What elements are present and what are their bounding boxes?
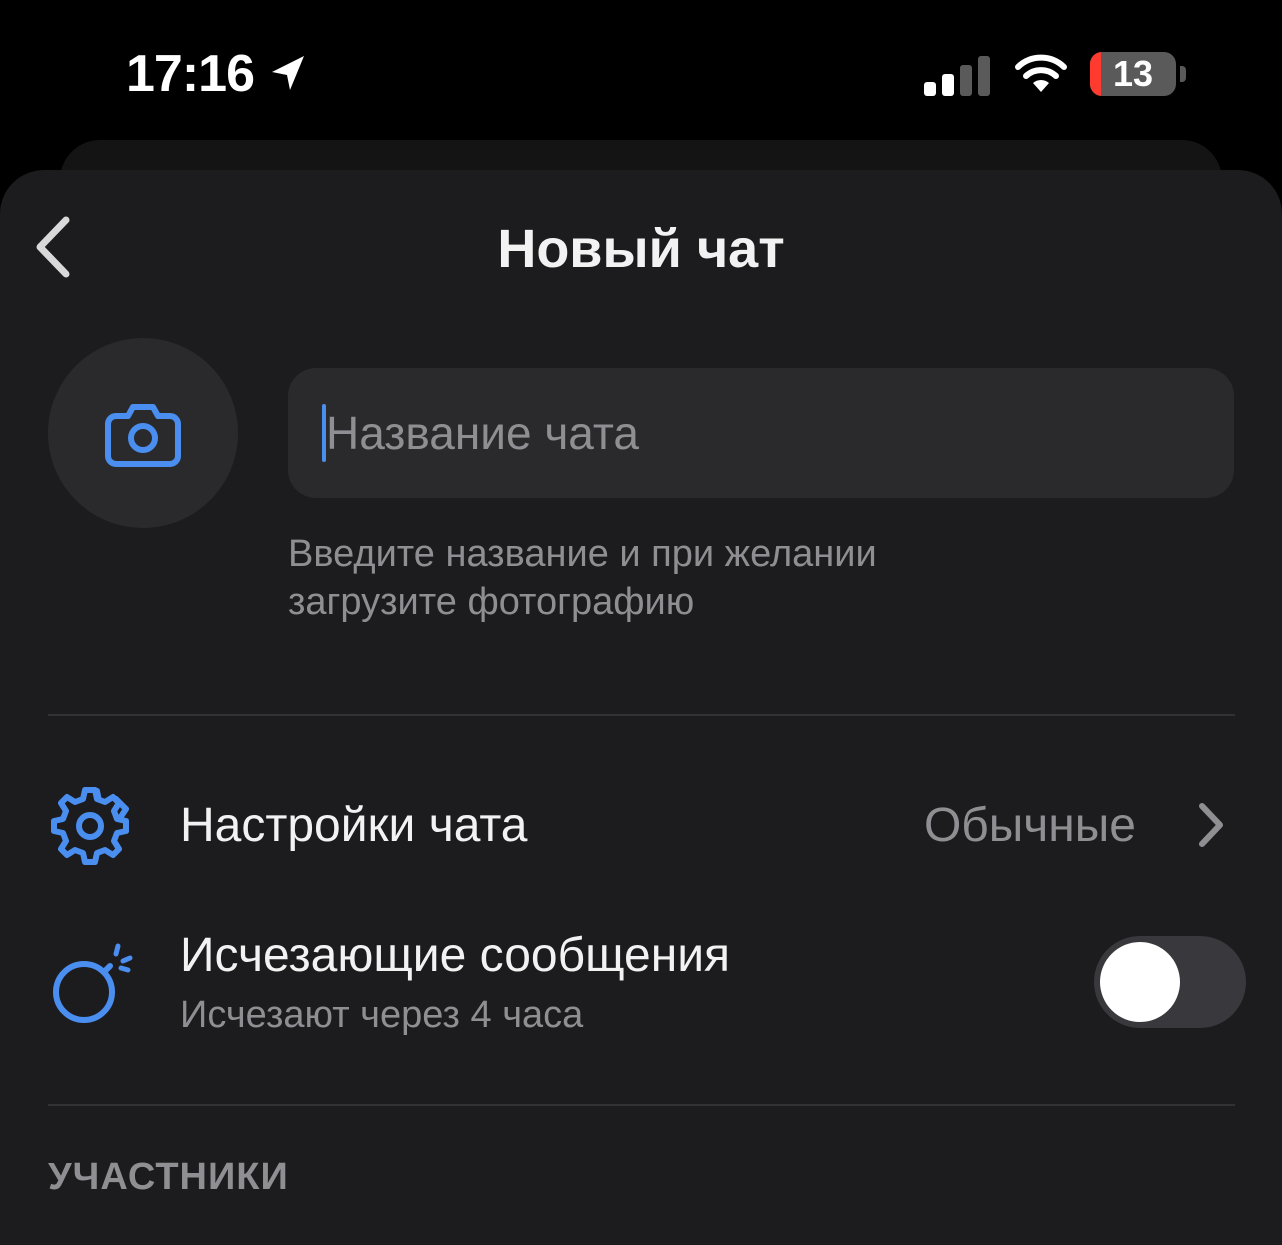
battery-level: 13: [1112, 53, 1154, 94]
gear-icon: [51, 787, 129, 865]
battery-icon: 13: [1090, 52, 1176, 96]
disappearing-messages-label: Исчезающие сообщения: [180, 929, 731, 982]
divider: [48, 1104, 1235, 1106]
bomb-icon: [53, 943, 133, 1023]
hint-line-1: Введите название и при желании: [288, 533, 877, 575]
camera-icon: [105, 404, 181, 467]
status-time-group: 17:16: [126, 44, 310, 104]
new-chat-sheet: [0, 170, 1282, 1245]
disappearing-messages-sublabel: Исчезают через 4 часа: [180, 994, 584, 1036]
location-arrow-icon: [272, 56, 304, 90]
members-section-header: УЧАСТНИКИ: [48, 1156, 289, 1198]
chat-settings-value: Обычные: [923, 799, 1136, 852]
cellular-signal-icon: [924, 56, 990, 96]
hint-line-2: загрузите фотографию: [288, 581, 695, 623]
chat-name-placeholder: Название чата: [326, 407, 640, 459]
wifi-icon: [1015, 54, 1067, 92]
page-title: Новый чат: [497, 219, 785, 279]
chevron-right-icon: [1199, 803, 1223, 847]
divider: [48, 714, 1235, 716]
toggle-knob: [1100, 942, 1180, 1022]
screen: 17:16 13 Новый чат Название чата Введите…: [0, 0, 1282, 1245]
status-time: 17:16: [126, 45, 255, 103]
status-bar: 17:16 13: [0, 0, 1282, 140]
chat-settings-label: Настройки чата: [180, 799, 528, 852]
chat-name-hint: Введите название и при желании загрузите…: [288, 530, 1188, 626]
disappearing-messages-toggle[interactable]: [1094, 936, 1246, 1028]
battery-cap: [1180, 66, 1186, 82]
